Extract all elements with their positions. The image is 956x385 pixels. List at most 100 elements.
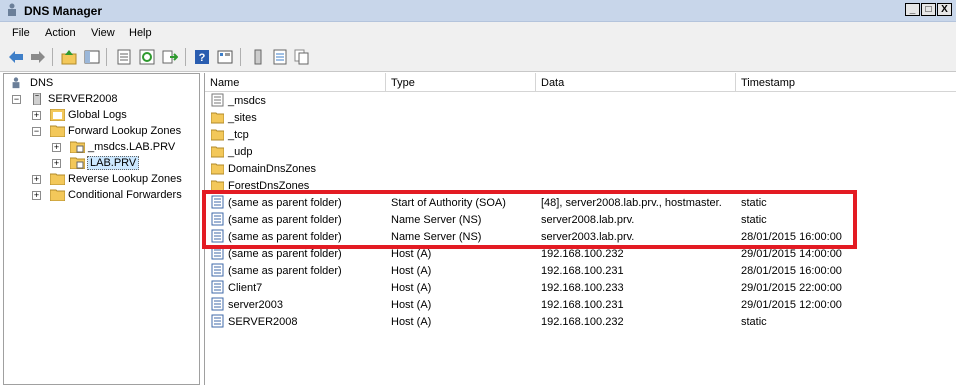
tree-item-forward-zones[interactable]: − Forward Lookup Zones [8,124,198,140]
properties-icon[interactable] [116,49,132,65]
tree-label: Conditional Forwarders [68,189,182,201]
column-header-type[interactable]: Type [386,73,536,91]
record-icon [211,280,224,294]
tree-item-global-logs[interactable]: + Global Logs [8,108,188,124]
folder-icon [211,129,224,141]
help-icon[interactable]: ? [194,49,210,65]
forward-icon[interactable] [30,49,46,65]
column-header-timestamp[interactable]: Timestamp [736,73,956,91]
menu-bar: File Action View Help [0,22,956,44]
up-icon[interactable] [61,49,77,65]
export-icon[interactable] [162,49,178,65]
menu-action[interactable]: Action [45,27,76,39]
zone-icon [70,157,85,169]
collapse-toggle[interactable]: − [12,95,21,104]
dns-icon [12,77,20,89]
highlight-box [202,190,857,249]
server-icon[interactable] [250,49,266,65]
folder-icon [211,146,224,158]
record-timestamp: 29/01/2015 22:00:00 [741,282,842,294]
table-row[interactable]: Client7 Host (A) 192.168.100.233 29/01/2… [205,279,956,296]
record-timestamp: 28/01/2015 16:00:00 [741,265,842,277]
tree-item-msdcs-zone[interactable]: + _msdcs.LAB.PRV [8,140,188,156]
record-name: DomainDnsZones [228,163,317,175]
folder-icon [211,112,224,124]
tree-label: Reverse Lookup Zones [68,173,182,185]
record-timestamp: static [741,316,767,328]
column-header-data[interactable]: Data [536,73,736,91]
refresh-icon[interactable] [139,49,155,65]
record-name: Client7 [228,282,263,294]
title-bar: DNS Manager _ □ X [0,0,956,22]
record-name: (same as parent folder) [228,248,342,260]
window-title: DNS Manager [24,4,103,18]
record-data: 192.168.100.231 [541,299,624,311]
record-name: server2003 [228,299,284,311]
record-type: Host (A) [391,265,432,277]
tree-label: Forward Lookup Zones [68,125,182,137]
record-type: Host (A) [391,248,432,260]
folder-icon [50,173,65,185]
console-tree: DNS − SERVER2008 + Global Logs − Forward… [3,73,200,385]
tree-item-server[interactable]: − SERVER2008 [8,92,188,108]
collapse-toggle[interactable]: − [32,127,41,136]
record-data: 192.168.100.232 [541,316,624,328]
record-type: Host (A) [391,282,432,294]
expand-toggle[interactable]: + [32,111,41,120]
list-item[interactable]: _tcp [205,126,956,143]
record-name: SERVER2008 [228,316,298,328]
record-name: _msdcs [228,95,266,107]
server-icon [33,93,41,105]
folder-icon [50,189,65,201]
list-item[interactable]: DomainDnsZones [205,160,956,177]
record-data: 192.168.100.232 [541,248,624,260]
record-icon [211,297,224,311]
expand-toggle[interactable]: + [32,175,41,184]
record-timestamp: 29/01/2015 12:00:00 [741,299,842,311]
tree-item-reverse-zones[interactable]: + Reverse Lookup Zones [8,172,198,188]
tree-item-dns[interactable]: DNS [8,76,188,92]
table-row[interactable]: (same as parent folder) Host (A) 192.168… [205,262,956,279]
folder-icon [211,163,224,175]
menu-view[interactable]: View [91,27,115,39]
list-item[interactable]: _udp [205,143,956,160]
tree-label: SERVER2008 [48,93,118,105]
close-button[interactable]: X [937,3,952,16]
tree-label-selected: LAB.PRV [87,156,140,170]
show-hide-tree-icon[interactable] [84,49,100,65]
logs-icon [50,109,65,121]
list-header: Name Type Data Timestamp [205,73,956,92]
tree-item-lab-zone[interactable]: + LAB.PRV [8,156,188,172]
back-icon[interactable] [8,49,24,65]
menu-file[interactable]: File [12,27,30,39]
record-name: (same as parent folder) [228,265,342,277]
maximize-button[interactable]: □ [921,3,936,16]
expand-toggle[interactable]: + [32,191,41,200]
view-icon[interactable] [217,49,233,65]
minimize-button[interactable]: _ [905,3,920,16]
zone-icon [70,141,85,153]
list-icon[interactable] [272,49,288,65]
table-row[interactable]: server2003 Host (A) 192.168.100.231 29/0… [205,296,956,313]
dns-manager-icon [8,3,16,16]
table-row[interactable]: SERVER2008 Host (A) 192.168.100.232 stat… [205,313,956,330]
record-type: Host (A) [391,316,432,328]
expand-toggle[interactable]: + [52,159,61,168]
record-name: _tcp [228,129,249,141]
folder-icon [50,125,65,137]
copy-icon[interactable] [294,49,310,65]
record-data: 192.168.100.233 [541,282,624,294]
list-item[interactable]: _sites [205,109,956,126]
list-item[interactable]: _msdcs [205,92,956,109]
tree-item-conditional-forwarders[interactable]: + Conditional Forwarders [8,188,198,204]
tree-label: Global Logs [68,109,127,121]
record-timestamp: 29/01/2015 14:00:00 [741,248,842,260]
tree-label: DNS [30,77,54,89]
record-icon [211,314,224,328]
column-header-name[interactable]: Name [205,73,386,91]
zone-folder-icon [211,93,224,107]
menu-help[interactable]: Help [129,27,152,39]
toolbar: ? [0,44,956,72]
expand-toggle[interactable]: + [52,143,61,152]
record-data: 192.168.100.231 [541,265,624,277]
